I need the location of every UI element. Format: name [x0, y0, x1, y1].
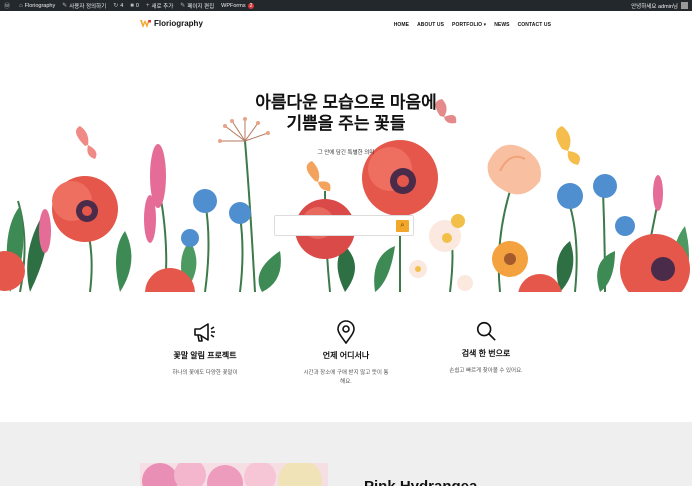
site-name-menu[interactable]: ⌂ Floriography	[19, 3, 55, 9]
logo-mark-icon	[140, 19, 151, 28]
site-logo[interactable]: Floriography	[140, 19, 203, 28]
greeting-text: 안녕하세요 admin님	[631, 3, 678, 10]
edit-page-menu[interactable]: ✎ 페이지 편집	[180, 2, 214, 10]
feature-card-3: 검색 한 번으로 손쉽고 빠르게 찾아볼 수 있어요.	[411, 320, 561, 376]
feature-description: 손쉽고 빠르게 찾아볼 수 있어요.	[449, 368, 523, 374]
nav-item-news[interactable]: NEWS	[494, 22, 509, 28]
feature-title: 검색 한 번으로	[461, 349, 511, 358]
megaphone-icon	[194, 323, 215, 342]
new-icon: +	[145, 2, 150, 9]
main-nav: HOME ABOUT US PORTFOLIO ▾ NEWS CONTACT U…	[394, 22, 551, 28]
new-content-menu[interactable]: + 새로 추가	[146, 2, 173, 10]
feature-title: 언제 어디서나	[322, 351, 370, 360]
edit-page-label: 페이지 편집	[187, 3, 215, 10]
search-button[interactable]: ⌕	[396, 220, 409, 232]
updates-icon: ↻	[113, 3, 119, 9]
nav-item-home[interactable]: HOME	[394, 22, 409, 28]
comments-menu[interactable]: ■ 0	[130, 3, 139, 9]
avatar	[681, 2, 688, 9]
wpforms-menu[interactable]: WPForms 2	[221, 2, 255, 9]
updates-menu[interactable]: ↻ 4	[113, 2, 124, 10]
new-content-label: 새로 추가	[151, 3, 174, 10]
hero-subtitle: 그 안에 담긴 특별한 의미	[317, 150, 375, 156]
wpforms-label: WPForms	[221, 2, 246, 9]
home-icon: ⌂	[19, 2, 23, 9]
hero-title: 아름다운 모습으로 마음에 기쁨을 주는 꽃들	[0, 92, 692, 134]
hero-title-line2: 기쁨을 주는 꽃들	[286, 114, 406, 133]
nav-item-about-us[interactable]: ABOUT US	[417, 22, 444, 28]
updates-count: 4	[120, 2, 124, 9]
wpforms-badge: 2	[247, 2, 255, 9]
comments-icon: ■	[130, 2, 134, 9]
feature-card-1: 꽃말 알림 프로젝트 하나의 꽃에도 다양한 꽃말이	[130, 320, 280, 378]
features-section: 꽃말 알림 프로젝트 하나의 꽃에도 다양한 꽃말이 언제 어디서나 시간과 장…	[0, 292, 692, 422]
search-icon: ⌕	[400, 222, 405, 229]
hero-section: 아름다운 모습으로 마음에 기쁨을 주는 꽃들 그 안에 담긴 특별한 의미 ⌕	[0, 41, 692, 292]
feature-title: 꽃말 알림 프로젝트	[173, 351, 237, 360]
edit-icon: ✎	[180, 3, 186, 9]
customize-label: 사용자 정의하기	[69, 3, 107, 10]
wordpress-icon: Ⓦ	[4, 4, 11, 10]
hero-title-line1: 아름다운 모습으로 마음에	[255, 93, 437, 112]
search-input[interactable]	[275, 218, 393, 238]
admin-bar: Ⓦ ⌂ Floriography ✎ 사용자 정의하기 ↻ 4 ■ 0 + 새로 추가 ✎…	[0, 0, 692, 11]
comments-count: 0	[135, 2, 139, 9]
product-title: Pink Hydrangea	[364, 478, 477, 486]
search-icon	[476, 321, 496, 341]
site-name-label: Floriography	[24, 2, 56, 9]
location-pin-icon	[337, 320, 355, 344]
my-account-menu[interactable]: 안녕하세요 admin님	[631, 2, 688, 10]
nav-item-portfolio[interactable]: PORTFOLIO ▾	[452, 22, 486, 28]
feature-card-2: 언제 어디서나 시간과 장소에 구애 받지 않고 뜻이 통해요.	[271, 320, 421, 387]
product-section: Pink Hydrangea	[0, 422, 692, 486]
logo-text: Floriography	[154, 19, 203, 28]
hero-search-form: ⌕	[274, 215, 414, 238]
wp-logo-menu[interactable]: Ⓦ	[4, 1, 12, 10]
product-image[interactable]	[140, 463, 328, 486]
nav-item-contact-us[interactable]: CONTACT US	[518, 22, 551, 28]
feature-description: 시간과 장소에 구애 받지 않고 뜻이 통해요.	[303, 370, 389, 385]
customize-menu[interactable]: ✎ 사용자 정의하기	[62, 2, 106, 10]
customize-icon: ✎	[62, 3, 68, 9]
feature-description: 하나의 꽃에도 다양한 꽃말이	[172, 370, 238, 376]
site-header: Floriography HOME ABOUT US PORTFOLIO ▾ N…	[0, 11, 692, 41]
flower-illustration	[0, 99, 690, 292]
